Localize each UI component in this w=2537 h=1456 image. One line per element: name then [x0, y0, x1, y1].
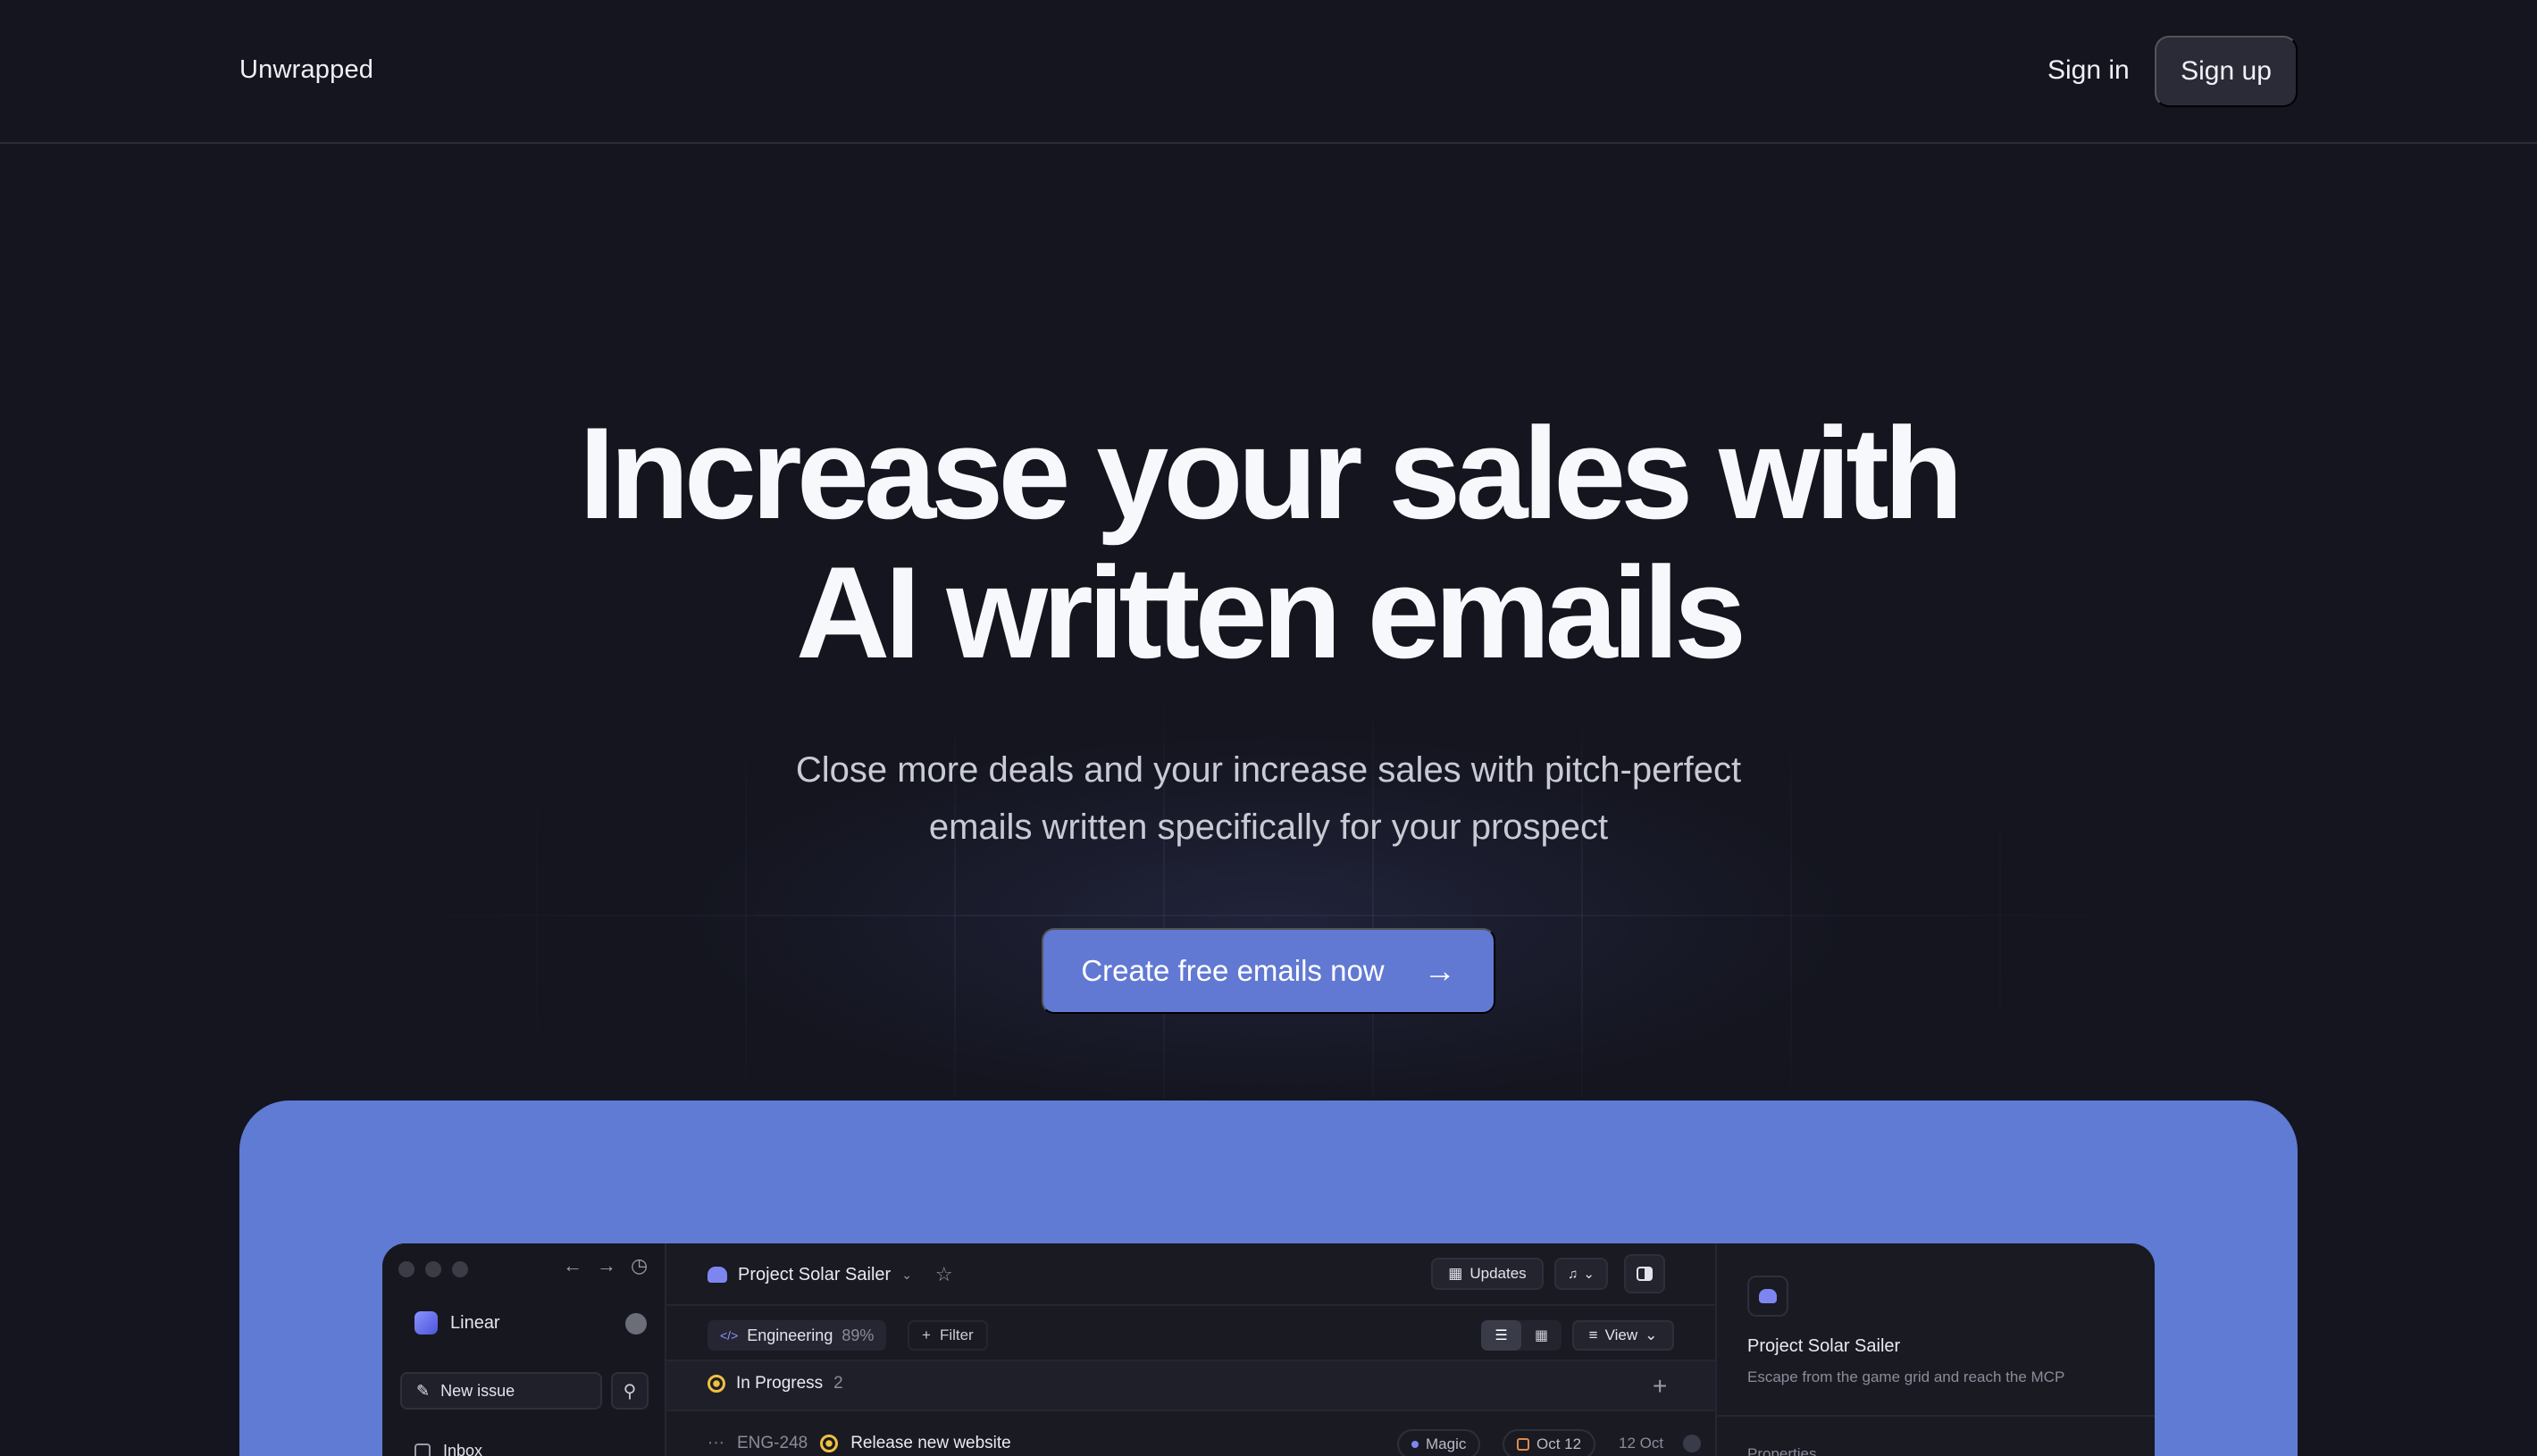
add-filter-button[interactable]: + Filter	[908, 1320, 988, 1351]
label-text: Magic	[1426, 1435, 1467, 1452]
updates-icon: ▦	[1448, 1265, 1463, 1282]
divider	[1717, 1415, 2155, 1417]
project-icon	[1759, 1289, 1777, 1303]
list-view-icon[interactable]: ☰	[1481, 1320, 1521, 1351]
workspace-name: Linear	[450, 1312, 500, 1333]
compose-icon: ✎	[416, 1381, 431, 1400]
sliders-icon: ≡	[1588, 1326, 1598, 1343]
project-icon	[708, 1267, 727, 1283]
due-date-text: Oct 12	[1536, 1435, 1582, 1452]
star-icon[interactable]: ☆	[935, 1263, 953, 1286]
due-date-badge[interactable]: Oct 12	[1503, 1429, 1596, 1456]
headline-line-2: AI written emails	[795, 540, 1746, 685]
group-count: 2	[833, 1374, 843, 1393]
calendar-icon	[1517, 1438, 1529, 1451]
sidebar-item-label: Inbox	[443, 1442, 483, 1456]
more-icon[interactable]: ⋯	[708, 1433, 724, 1453]
top-navigation: Unwrapped Sign in Sign up	[0, 0, 2537, 144]
issue-summary: ⋯ ENG-248 Release new website	[708, 1433, 1011, 1453]
workspace-switcher[interactable]: Linear	[414, 1311, 500, 1335]
workspace-logo-icon	[414, 1311, 438, 1335]
project-title: Project Solar Sailer	[738, 1264, 892, 1284]
app-sidebar: ← → ◷ Linear ✎ New issue ⚲ Inbox	[382, 1243, 666, 1456]
landing-page: Unwrapped Sign in Sign up Increase your …	[0, 0, 2537, 1456]
team-name: Engineering	[747, 1326, 833, 1344]
new-issue-label: New issue	[440, 1381, 515, 1400]
panel-project-description: Escape from the game grid and reach the …	[1747, 1368, 2065, 1385]
subhead-line-2: emails written specifically for your pro…	[928, 807, 1609, 847]
project-topbar: Project Solar Sailer ⌄ ☆ ▦ Updates ♫ ⌄	[666, 1243, 1715, 1306]
cta-label: Create free emails now	[1081, 954, 1385, 987]
hero-subheadline: Close more deals and your increase sales…	[0, 741, 2537, 856]
in-progress-status-icon[interactable]	[820, 1434, 839, 1452]
team-progress: 89%	[841, 1326, 875, 1344]
filter-bar: </> Engineering 89% + Filter ☰ ▦ ≡ View …	[666, 1306, 1715, 1361]
issue-title: Release new website	[850, 1433, 1011, 1452]
inbox-icon	[414, 1443, 431, 1456]
chevron-down-icon: ⌄	[1583, 1267, 1595, 1282]
new-issue-button[interactable]: ✎ New issue	[400, 1372, 602, 1410]
panel-icon	[1637, 1267, 1653, 1281]
forward-arrow-icon[interactable]: →	[597, 1254, 616, 1277]
project-breadcrumb[interactable]: Project Solar Sailer ⌄ ☆	[708, 1263, 953, 1286]
code-icon: </>	[720, 1328, 739, 1343]
app-preview-window: ← → ◷ Linear ✎ New issue ⚲ Inbox Project…	[382, 1243, 2155, 1456]
assignee-avatar[interactable]	[1683, 1435, 1701, 1452]
search-icon: ⚲	[623, 1381, 637, 1402]
hero-headline: Increase your sales with AI written emai…	[0, 404, 2537, 682]
table-row[interactable]: ⋯ ENG-248 Release new website Magic Oct …	[666, 1411, 1715, 1456]
bell-icon: ♫	[1568, 1266, 1578, 1282]
updates-label: Updates	[1469, 1265, 1527, 1282]
window-controls	[398, 1261, 468, 1277]
subhead-line-1: Close more deals and your increase sales…	[795, 750, 1742, 790]
view-label: View	[1604, 1326, 1638, 1343]
app-main: Project Solar Sailer ⌄ ☆ ▦ Updates ♫ ⌄ <…	[666, 1243, 1715, 1456]
layout-toggle: ☰ ▦	[1481, 1320, 1562, 1351]
history-clock-icon[interactable]: ◷	[631, 1254, 648, 1277]
group-label: In Progress	[736, 1374, 824, 1393]
arrow-right-icon: →	[1423, 952, 1456, 989]
view-options-button[interactable]: ≡ View ⌄	[1572, 1320, 1674, 1351]
label-badge[interactable]: Magic	[1397, 1429, 1481, 1456]
label-dot-icon	[1411, 1441, 1419, 1448]
plus-icon: +	[922, 1326, 931, 1343]
chevron-down-icon: ⌄	[901, 1267, 912, 1282]
notifications-button[interactable]: ♫ ⌄	[1554, 1258, 1608, 1290]
properties-heading: Properties	[1747, 1445, 1817, 1456]
window-dot-minimize[interactable]	[425, 1261, 441, 1277]
back-arrow-icon[interactable]: ←	[563, 1254, 582, 1277]
chevron-down-icon: ⌄	[1645, 1326, 1658, 1343]
team-filter-chip[interactable]: </> Engineering 89%	[708, 1320, 887, 1351]
create-emails-cta-button[interactable]: Create free emails now →	[1042, 928, 1495, 1014]
board-view-icon[interactable]: ▦	[1521, 1320, 1562, 1351]
filter-label: Filter	[939, 1326, 974, 1343]
window-dot-close[interactable]	[398, 1261, 414, 1277]
add-issue-icon[interactable]: +	[1653, 1372, 1667, 1401]
brand-logo[interactable]: Unwrapped	[239, 55, 373, 85]
sign-up-button[interactable]: Sign up	[2155, 36, 2298, 107]
project-details-panel: Project Solar Sailer Escape from the gam…	[1715, 1243, 2155, 1456]
window-dot-maximize[interactable]	[452, 1261, 468, 1277]
toggle-panel-button[interactable]	[1624, 1254, 1665, 1293]
history-controls: ← → ◷	[563, 1254, 648, 1277]
issue-id: ENG-248	[737, 1433, 808, 1452]
issue-group-header[interactable]: In Progress 2 +	[666, 1361, 1715, 1411]
sidebar-item-inbox[interactable]: Inbox	[414, 1442, 482, 1456]
group-title: In Progress 2	[708, 1374, 843, 1393]
created-date: 12 Oct	[1619, 1435, 1664, 1452]
updates-button[interactable]: ▦ Updates	[1431, 1258, 1544, 1290]
search-button[interactable]: ⚲	[611, 1372, 649, 1410]
panel-project-title: Project Solar Sailer	[1747, 1336, 1901, 1356]
user-avatar[interactable]	[625, 1313, 647, 1335]
project-icon-badge[interactable]	[1747, 1276, 1788, 1317]
headline-line-1: Increase your sales with	[579, 400, 1963, 546]
in-progress-status-icon	[708, 1375, 725, 1393]
sign-in-link[interactable]: Sign in	[2047, 55, 2130, 86]
